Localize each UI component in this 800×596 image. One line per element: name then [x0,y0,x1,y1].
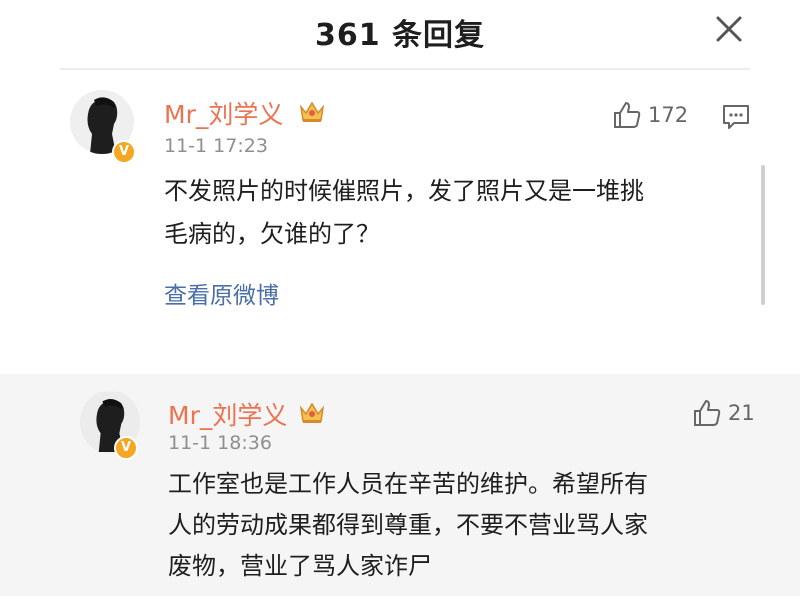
verified-badge: V [112,140,136,164]
scrollbar[interactable] [761,165,765,305]
comment-card: V Mr_刘学义 11-1 18:36 21 工作室也是工作人员在辛苦的维护。希… [0,374,800,596]
comment-bubble-icon[interactable] [722,104,750,130]
crown-icon [299,402,325,423]
username[interactable]: Mr_刘学义 [164,95,283,131]
username[interactable]: Mr_刘学义 [168,396,287,432]
view-original-link[interactable]: 查看原微博 [164,276,279,310]
thumbs-up-icon [694,400,721,426]
crown-icon [299,101,325,122]
verified-badge: V [114,436,138,460]
like-button[interactable]: 21 [692,398,755,428]
comment-text-line: 工作室也是工作人员在辛苦的维护。希望所有 [168,470,648,498]
comment-card: V Mr_刘学义 11-1 17:23 172 不发照片的时候催照片，发了照片又… [0,76,800,372]
comment-text-line: 毛病的，欠谁的了？ [164,220,380,248]
comment-text-line: 不发照片的时候催照片，发了照片又是一堆挑 [164,177,644,205]
page-title: 361 条回复 [314,18,486,53]
comment-text-line: 废物，营业了骂人家诈尸 [168,552,432,580]
timestamp: 11-1 17:23 [164,135,268,157]
reply-header: 361 条回复 [0,0,800,62]
close-button[interactable] [712,12,746,46]
like-count: 172 [648,103,689,127]
comment-text: 工作室也是工作人员在辛苦的维护。希望所有 人的劳动成果都得到尊重，不要不营业骂人… [168,464,758,587]
comment-text: 不发照片的时候催照片，发了照片又是一堆挑 毛病的，欠谁的了？ [164,170,754,256]
comment-text-line: 人的劳动成果都得到尊重，不要不营业骂人家 [168,511,648,539]
close-icon [716,16,742,42]
timestamp: 11-1 18:36 [168,432,272,454]
header-divider [60,68,750,70]
like-button[interactable]: 172 [612,100,688,130]
like-count: 21 [728,401,755,425]
thumbs-up-icon [614,102,641,128]
